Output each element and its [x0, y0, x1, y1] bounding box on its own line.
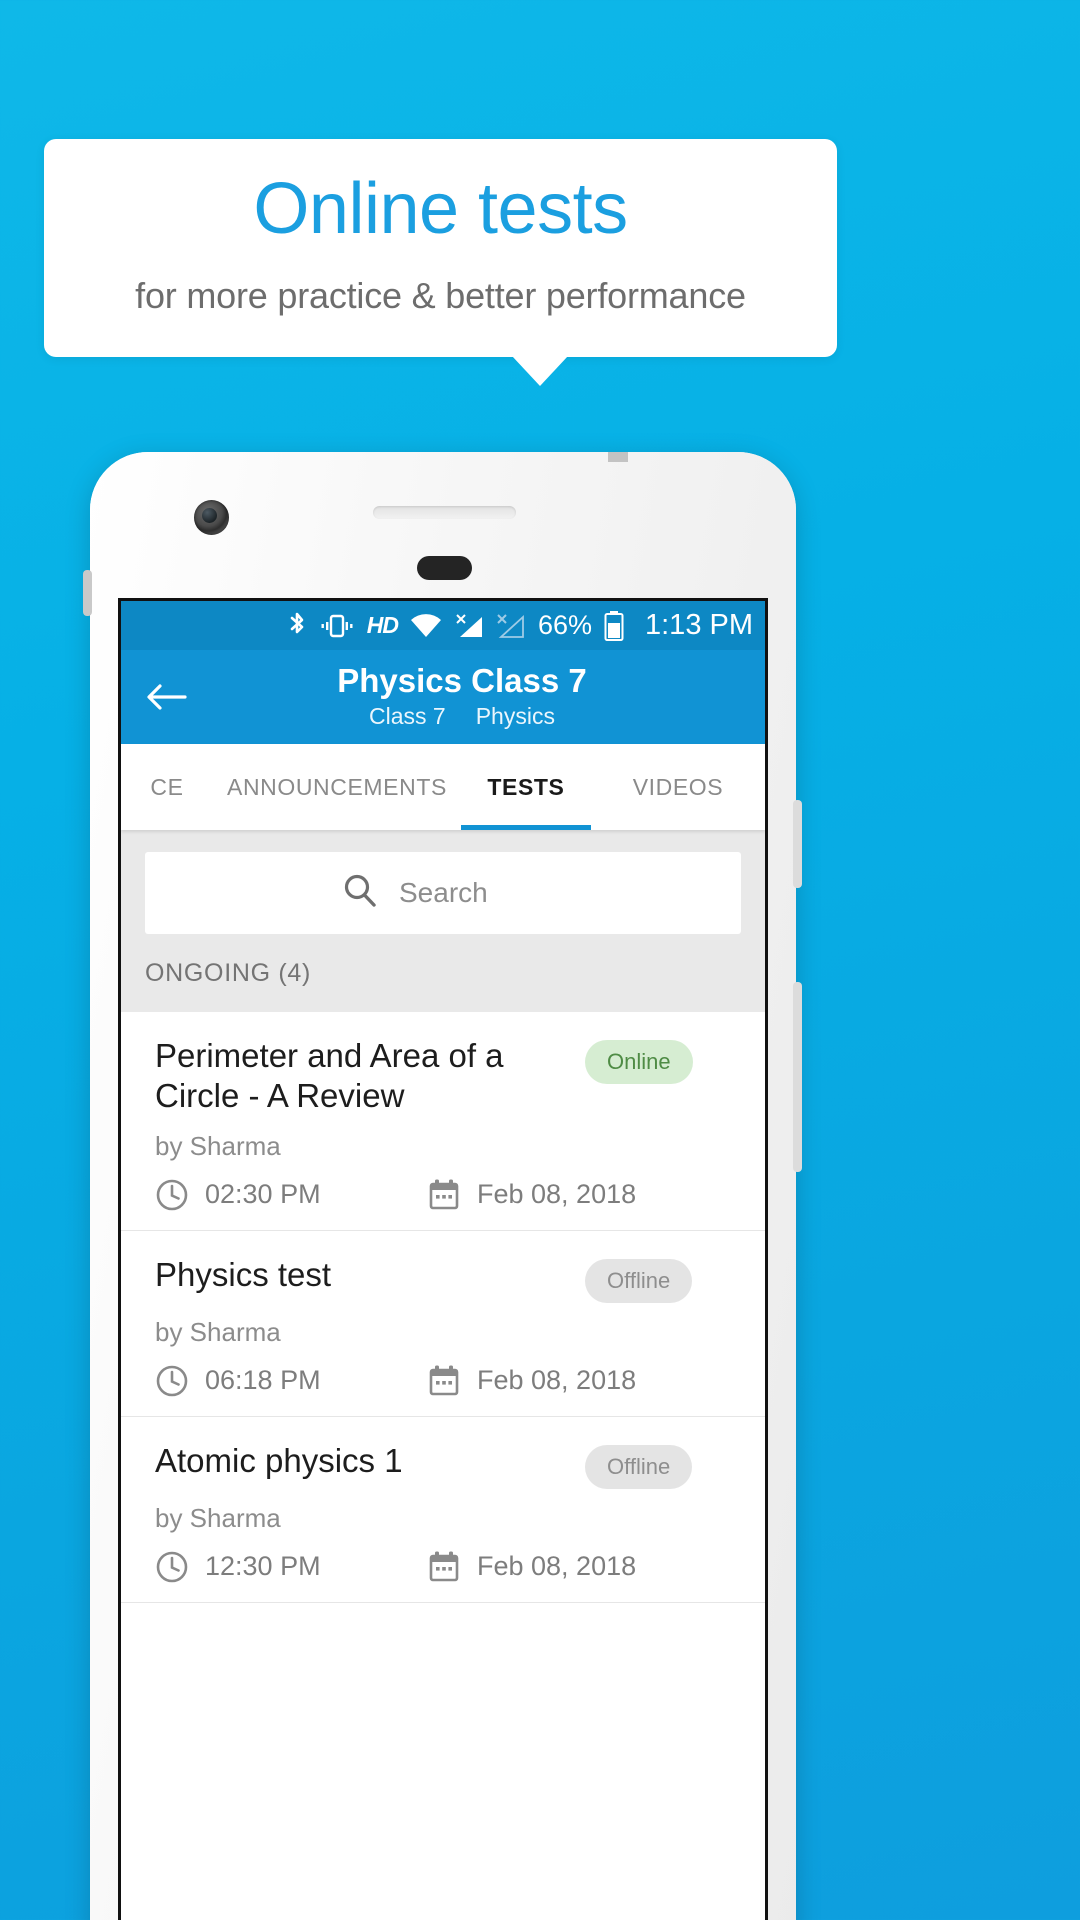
search-icon: [341, 872, 379, 915]
app-bar: Physics Class 7 Class 7 Physics: [121, 650, 765, 744]
test-date-label: Feb 08, 2018: [477, 1179, 637, 1209]
clock-icon: [155, 1178, 189, 1212]
hd-icon: HD: [366, 612, 399, 638]
test-time-label: 06:18 PM: [205, 1365, 321, 1395]
table-row[interactable]: Atomic physics 1 Offline by Sharma 12:30…: [121, 1417, 765, 1603]
test-date-label: Feb 08, 2018: [477, 1365, 637, 1395]
row-header: Perimeter and Area of a Circle - A Revie…: [155, 1036, 741, 1117]
status-bar: HD 66% 1:13 PM: [121, 601, 765, 650]
test-date: Feb 08, 2018: [427, 1364, 636, 1398]
section-header-label: ONGOING (4): [145, 958, 312, 987]
search-section: Search: [121, 830, 765, 934]
status-badge: Offline: [585, 1444, 693, 1489]
test-author: by Sharma: [155, 1130, 281, 1161]
row-meta: 02:30 PM Feb 08, 2018: [155, 1178, 741, 1212]
vibrate-icon: [318, 612, 356, 640]
status-bar-icons: HD 66% 1:13 PM: [287, 609, 753, 642]
test-title: Perimeter and Area of a Circle - A Revie…: [155, 1037, 504, 1115]
battery-percent-label: 66%: [537, 610, 592, 640]
promo-callout: Online tests for more practice & better …: [44, 139, 837, 357]
breadcrumb: Class 7 Physics: [181, 703, 743, 730]
phone-top-mark: [608, 452, 628, 462]
row-meta: 12:30 PM Feb 08, 2018: [155, 1550, 741, 1584]
camera-lens-icon: [202, 508, 217, 523]
test-time: 06:18 PM: [155, 1364, 427, 1398]
test-time-label: 02:30 PM: [205, 1179, 321, 1209]
page-title: Physics Class 7: [337, 661, 587, 699]
wifi-icon: [409, 613, 443, 639]
promo-subtitle: for more practice & better performance: [135, 275, 746, 316]
breadcrumb-class: Class 7: [369, 703, 446, 730]
search-input[interactable]: Search: [145, 852, 741, 934]
tab-ce[interactable]: CE: [121, 744, 213, 830]
test-time-label: 12:30 PM: [205, 1551, 321, 1581]
test-time: 02:30 PM: [155, 1178, 427, 1212]
clock-icon: [155, 1550, 189, 1584]
back-arrow-icon[interactable]: [145, 675, 189, 719]
battery-icon: [603, 610, 625, 642]
test-date: Feb 08, 2018: [427, 1550, 636, 1584]
status-badge: Online: [585, 1040, 693, 1084]
signal-2-icon: [495, 613, 525, 639]
front-camera-icon: [194, 500, 229, 535]
table-row[interactable]: Physics test Offline by Sharma 06:18 PM: [121, 1231, 765, 1417]
tab-bar: CE ANNOUNCEMENTS TESTS VIDEOS: [121, 744, 765, 830]
app-bar-titles: Physics Class 7 Class 7 Physics: [121, 661, 765, 731]
row-header: Physics test Offline: [155, 1255, 741, 1303]
section-header-ongoing: ONGOING (4): [121, 934, 765, 1012]
volume-button[interactable]: [793, 982, 802, 1172]
breadcrumb-subject: Physics: [475, 703, 555, 730]
status-badge: Offline: [585, 1258, 693, 1303]
test-date-label: Feb 08, 2018: [477, 1551, 637, 1581]
test-author: by Sharma: [155, 1316, 281, 1347]
tab-tests[interactable]: TESTS: [460, 744, 591, 830]
test-author: by Sharma: [155, 1502, 281, 1533]
phone-device: HD 66% 1:13 PM Physics Class 7 Class 7 P…: [83, 452, 802, 1920]
bluetooth-icon: [287, 611, 307, 641]
earpiece-speaker: [373, 506, 516, 519]
tab-videos[interactable]: VIDEOS: [591, 744, 765, 830]
row-header: Atomic physics 1 Offline: [155, 1441, 741, 1489]
calendar-icon: [427, 1364, 461, 1398]
row-meta: 06:18 PM Feb 08, 2018: [155, 1364, 741, 1398]
calendar-icon: [427, 1178, 461, 1212]
sensor-strip: [417, 556, 472, 580]
test-date: Feb 08, 2018: [427, 1178, 636, 1212]
tests-list: Perimeter and Area of a Circle - A Revie…: [121, 1012, 765, 1603]
power-button[interactable]: [793, 800, 802, 888]
test-time: 12:30 PM: [155, 1550, 427, 1584]
search-placeholder: Search: [399, 877, 488, 908]
side-button-left[interactable]: [83, 570, 92, 616]
promo-title: Online tests: [253, 169, 628, 249]
table-row[interactable]: Perimeter and Area of a Circle - A Revie…: [121, 1012, 765, 1231]
test-title: Physics test: [155, 1255, 332, 1293]
tab-announcements[interactable]: ANNOUNCEMENTS: [213, 744, 461, 830]
calendar-icon: [427, 1550, 461, 1584]
promo-callout-tail: [512, 356, 568, 386]
signal-1-icon: [454, 613, 484, 639]
clock-icon: [155, 1364, 189, 1398]
test-title: Atomic physics 1: [155, 1441, 403, 1479]
status-bar-clock: 1:13 PM: [645, 609, 753, 641]
phone-screen: HD 66% 1:13 PM Physics Class 7 Class 7 P…: [118, 598, 768, 1920]
